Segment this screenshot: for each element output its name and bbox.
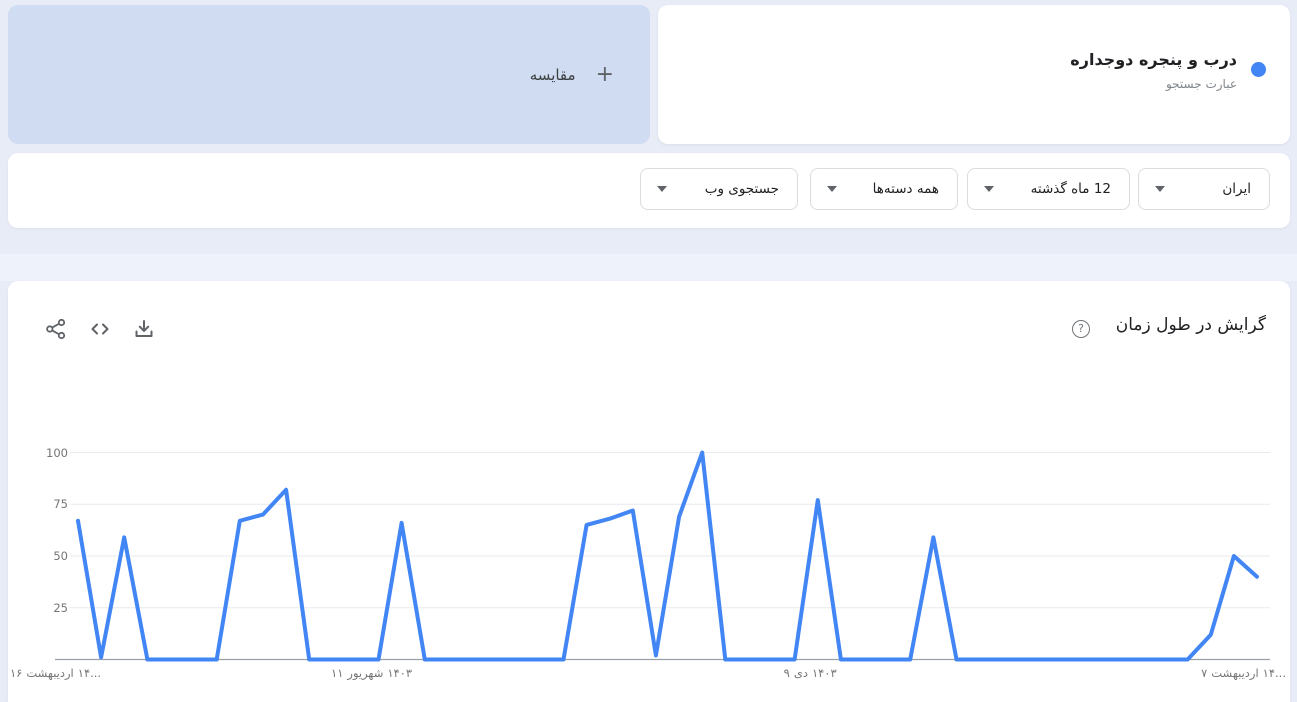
- y-axis-label: 25: [36, 601, 68, 615]
- chevron-down-icon: [827, 186, 837, 192]
- x-axis-label: ۱۶اردیبهشت۱۴...: [10, 666, 101, 680]
- region-dropdown[interactable]: ایران: [1138, 168, 1270, 210]
- series-color-dot: [1251, 62, 1266, 77]
- compare-label: مقایسه: [530, 66, 576, 84]
- search-term-card[interactable]: درب و پنجره دوجداره عبارت جستجو: [658, 5, 1290, 144]
- category-dropdown-label: همه دسته‌ها: [873, 181, 939, 197]
- y-axis-label: 100: [36, 446, 68, 460]
- chevron-down-icon: [1155, 186, 1165, 192]
- term-text-block: درب و پنجره دوجداره عبارت جستجو: [1070, 49, 1237, 91]
- time-range-dropdown[interactable]: 12 ماه گذشته: [967, 168, 1130, 210]
- plus-icon: +: [596, 64, 614, 86]
- filter-bar: ایران 12 ماه گذشته همه دسته‌ها جستجوی وب: [8, 153, 1290, 228]
- background-band: [0, 254, 1297, 281]
- chevron-down-icon: [657, 186, 667, 192]
- interest-over-time-card: گرایش در طول زمان ?: [8, 281, 1290, 702]
- y-axis-label: 75: [36, 497, 68, 511]
- search-type-dropdown[interactable]: جستجوی وب: [640, 168, 798, 210]
- search-type-dropdown-label: جستجوی وب: [705, 181, 779, 197]
- region-dropdown-label: ایران: [1222, 181, 1251, 197]
- x-axis-label: ۱۱شهریور۱۴۰۳: [331, 666, 412, 680]
- time-range-dropdown-label: 12 ماه گذشته: [1031, 181, 1111, 197]
- term-subtitle: عبارت جستجو: [1070, 77, 1237, 91]
- trend-svg[interactable]: [8, 281, 1290, 702]
- y-axis-label: 50: [36, 549, 68, 563]
- google-trends-page: + مقایسه درب و پنجره دوجداره عبارت جستجو…: [0, 0, 1297, 702]
- category-dropdown[interactable]: همه دسته‌ها: [810, 168, 958, 210]
- add-comparison-card[interactable]: + مقایسه: [8, 5, 650, 144]
- term-title: درب و پنجره دوجداره: [1070, 49, 1237, 71]
- chevron-down-icon: [984, 186, 994, 192]
- trend-line-chart[interactable]: 100 75 50 25 ۱۶اردیبهشت۱۴... ۱۱شهریور۱۴۰۳ ۹دی۱…: [8, 281, 1290, 702]
- x-axis-label: ۷اردیبهشت۱۴...: [1201, 666, 1286, 680]
- x-axis-label: ۹دی۱۴۰۳: [784, 666, 837, 680]
